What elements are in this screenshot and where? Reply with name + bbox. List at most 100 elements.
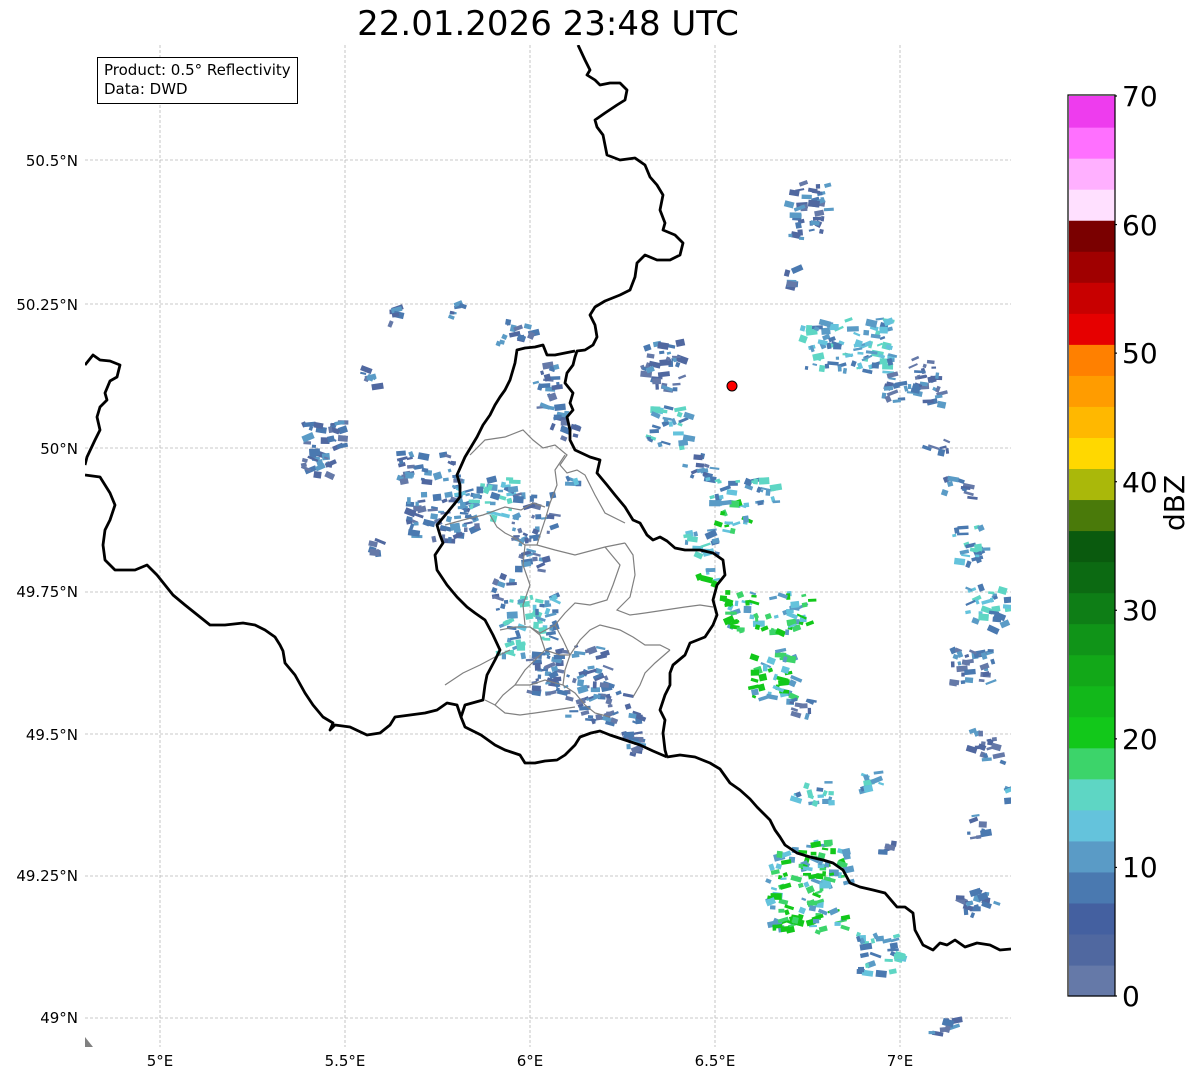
colorbar-bin: [1069, 96, 1115, 128]
echo-pixel: [660, 409, 668, 414]
echo-pixel: [539, 603, 545, 608]
echo-pixel: [1003, 596, 1011, 604]
echo-pixel: [776, 850, 783, 858]
echo-pixel: [956, 532, 969, 536]
echo-pixel: [750, 669, 760, 676]
echo-pixel: [497, 489, 504, 493]
echo-pixel: [546, 530, 550, 535]
echo-pixel: [569, 710, 579, 713]
colorbar-bin: [1069, 623, 1115, 656]
radar-map[interactable]: [85, 45, 1011, 1047]
echo-pixel: [734, 600, 739, 607]
echo-pixel: [415, 501, 419, 507]
echo-pixel: [801, 194, 812, 200]
echo-pixel: [484, 501, 491, 504]
echo-pixel: [908, 384, 912, 389]
echo-pixel: [830, 848, 836, 855]
echo-pixel: [879, 358, 888, 365]
colorbar-bin: [1069, 499, 1115, 532]
colorbar-bin: [1069, 964, 1115, 997]
echo-pixel: [751, 594, 757, 598]
colorbar-bin: [1069, 468, 1115, 501]
echo-pixel: [311, 444, 317, 449]
echo-pixel: [978, 821, 987, 828]
echo-pixel: [812, 918, 820, 924]
echo-pixel: [978, 613, 989, 621]
lat-tick-label: 49°N: [40, 1009, 78, 1027]
colorbar-bin: [1069, 313, 1115, 345]
echo-pixel: [846, 326, 859, 332]
echo-pixel: [889, 942, 899, 950]
colorbar-bin: [1069, 282, 1115, 314]
echo-pixel: [863, 329, 870, 336]
echo-pixel: [884, 958, 893, 963]
lon-tick-label: 6°E: [516, 1052, 544, 1070]
echo-pixel: [420, 491, 428, 498]
echo-pixel: [565, 714, 572, 718]
colorbar-bin: [1069, 747, 1115, 780]
colorbar-tick-label: 10: [1122, 851, 1158, 884]
colorbar-bin: [1069, 220, 1115, 252]
echo-pixel: [790, 600, 800, 609]
lon-tick-label: 7°E: [886, 1052, 914, 1070]
echo-pixel: [964, 677, 974, 684]
echo-pixel: [442, 477, 449, 482]
echo-pixel: [464, 527, 468, 532]
echo-pixel: [672, 387, 678, 392]
echo-pixel: [818, 364, 826, 373]
colorbar-tick-label: 70: [1122, 80, 1158, 113]
colorbar-tick-label: 50: [1122, 337, 1158, 370]
echo-pixel: [801, 602, 808, 608]
echo-pixel: [599, 682, 610, 688]
colorbar-bin: [1069, 530, 1115, 563]
echo-pixel: [512, 495, 524, 504]
echo-pixel: [468, 499, 480, 504]
colorbar-bin: [1069, 189, 1115, 221]
echo-pixel: [893, 953, 906, 960]
echo-pixel: [462, 523, 467, 528]
echo-pixel: [950, 661, 955, 668]
echo-pixel: [807, 707, 812, 714]
echo-pixel: [447, 536, 452, 543]
echo-pixel: [405, 474, 413, 479]
echo-pixel: [505, 477, 514, 481]
echo-pixel: [835, 356, 840, 360]
echo-pixel: [922, 399, 934, 404]
echo-pixel: [878, 849, 888, 855]
lat-tick-label: 49.5°N: [25, 726, 78, 744]
colorbar-bin: [1069, 592, 1115, 625]
echo-pixel: [453, 515, 462, 520]
echo-pixel: [576, 679, 585, 687]
echo-pixel: [834, 922, 841, 926]
echo-pixel: [531, 685, 541, 692]
colorbar-tick-label: 30: [1122, 594, 1158, 627]
echo-pixel: [828, 799, 835, 806]
echo-pixel: [554, 403, 566, 411]
echo-pixel: [511, 521, 516, 525]
radar-site-marker[interactable]: [726, 380, 738, 392]
echo-pixel: [987, 648, 994, 653]
echo-pixel: [430, 513, 439, 520]
echo-pixel: [531, 494, 538, 499]
echo-pixel: [705, 568, 716, 573]
echo-pixel: [549, 376, 561, 380]
echo-pixel: [883, 385, 894, 391]
lon-tick-label: 6.5°E: [694, 1052, 736, 1070]
data-source-label: Data: DWD: [104, 80, 188, 98]
echo-pixel: [858, 966, 865, 973]
echo-pixel: [875, 969, 887, 978]
colorbar: [1067, 94, 1117, 997]
lat-tick-label: 49.25°N: [16, 867, 78, 885]
echo-pixel: [725, 611, 737, 615]
echo-pixel: [810, 851, 817, 856]
echo-pixel: [592, 681, 597, 689]
echo-pixel: [803, 872, 812, 876]
echo-pixel: [535, 608, 539, 616]
echo-pixel: [804, 365, 809, 370]
echo-pixel: [543, 637, 551, 641]
echo-pixel: [778, 908, 785, 913]
echo-pixel: [507, 485, 519, 493]
echo-pixel: [537, 674, 542, 679]
colorbar-bin: [1069, 840, 1115, 873]
echo-pixel: [533, 621, 539, 630]
